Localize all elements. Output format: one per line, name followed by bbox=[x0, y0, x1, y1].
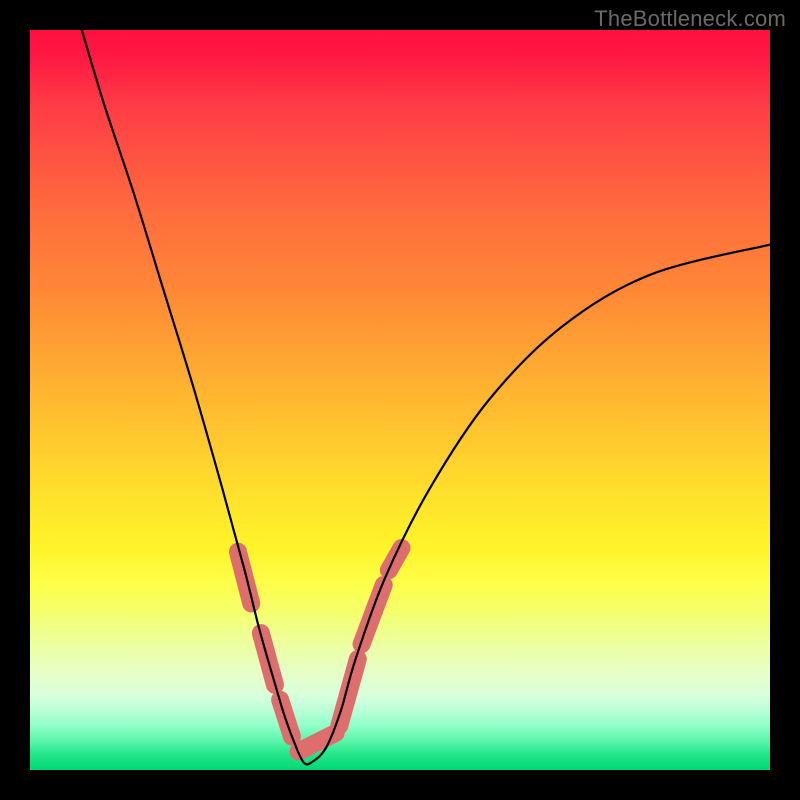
marker-trough-segment bbox=[299, 733, 336, 752]
plot-area bbox=[30, 30, 770, 770]
watermark-text: TheBottleneck.com bbox=[594, 6, 786, 32]
marker-right-segment-lower bbox=[339, 659, 358, 726]
chart-frame: TheBottleneck.com bbox=[0, 0, 800, 800]
marker-right-segment-mid bbox=[362, 585, 384, 644]
bottleneck-curve bbox=[82, 30, 770, 764]
marker-left-segment-upper bbox=[238, 552, 251, 604]
marker-group bbox=[238, 548, 402, 752]
curve-layer bbox=[30, 30, 770, 770]
